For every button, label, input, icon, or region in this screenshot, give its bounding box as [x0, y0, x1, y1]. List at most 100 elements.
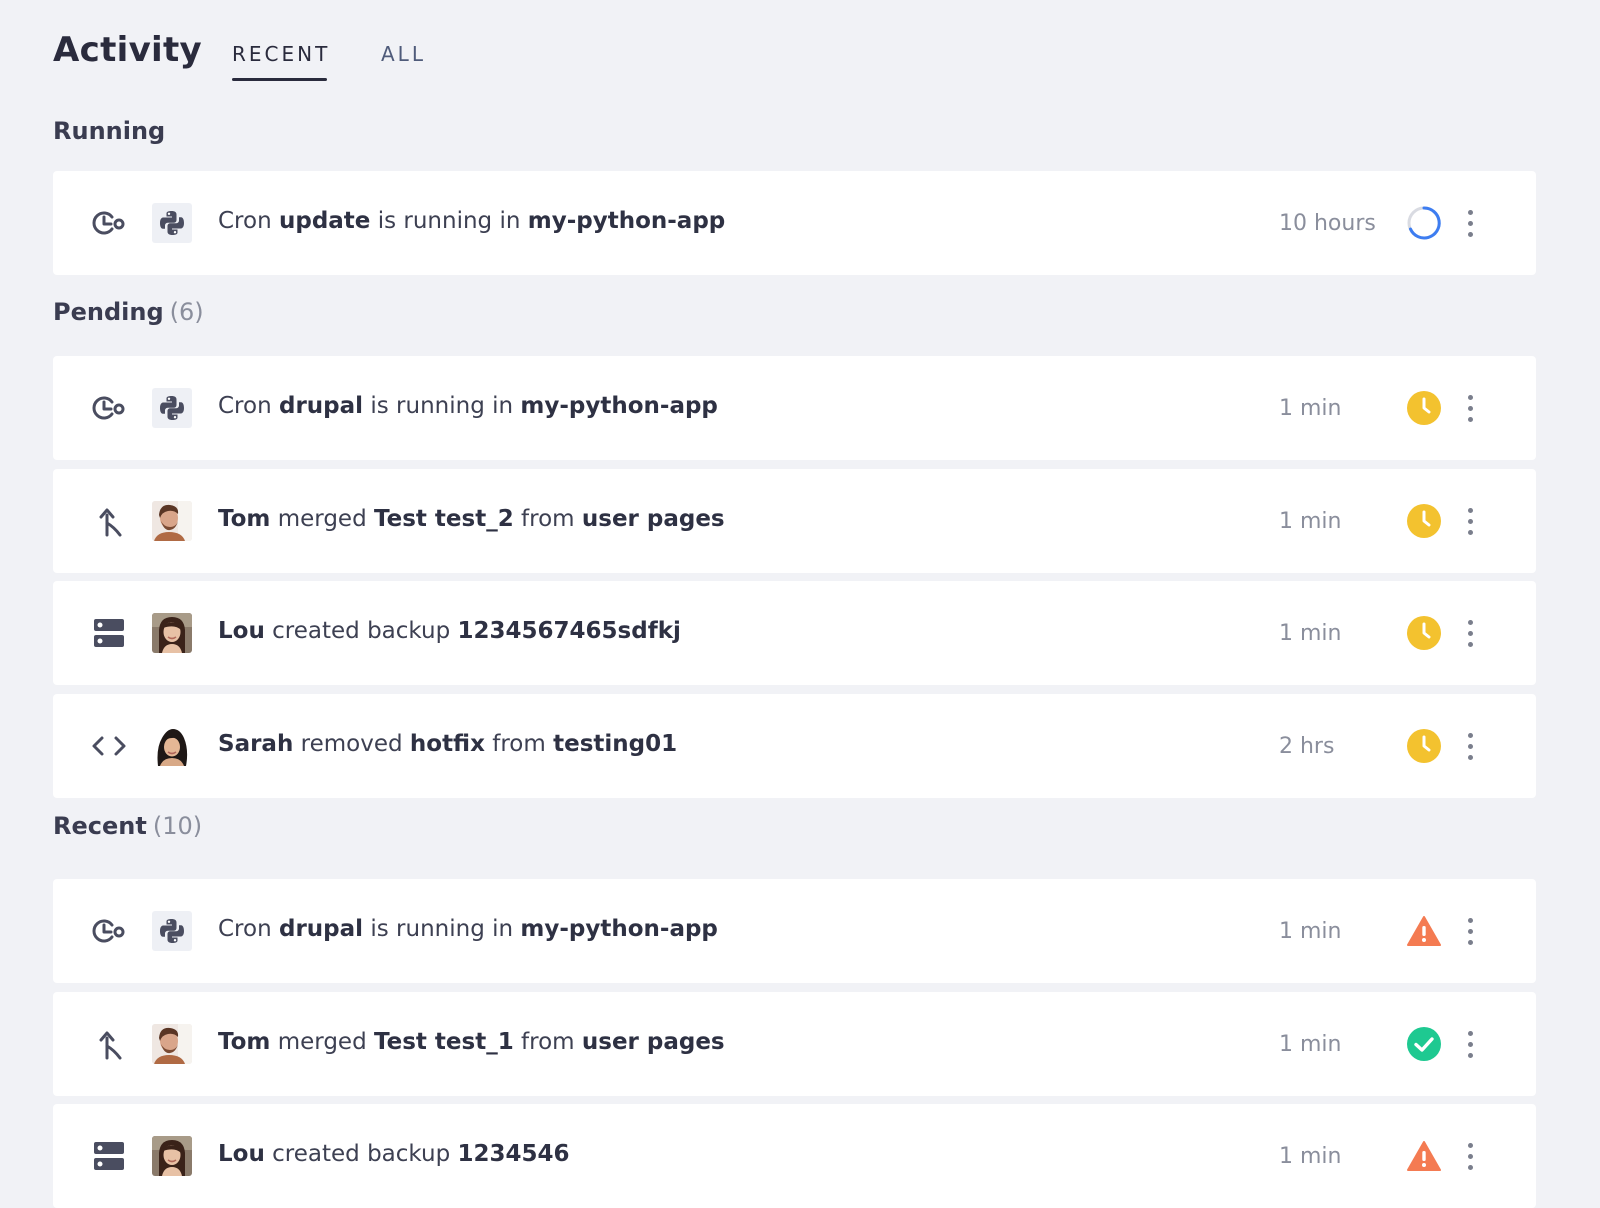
- merge-icon: [91, 501, 127, 541]
- activity-entity: my-python-app: [520, 916, 718, 942]
- more-options-icon[interactable]: [1455, 201, 1485, 245]
- backup-server-icon: [91, 1136, 127, 1176]
- pending-clock-icon: [1406, 728, 1442, 764]
- activity-time: 1 min: [1279, 1144, 1342, 1169]
- activity-row[interactable]: Lou created backup 1234567465sdfkj 1 min: [53, 581, 1536, 685]
- activity-text: from: [513, 1029, 582, 1055]
- tab-all[interactable]: ALL: [381, 42, 426, 66]
- activity-row[interactable]: Tom merged Test test_1 from user pages 1 …: [53, 992, 1536, 1096]
- more-options-icon[interactable]: [1455, 386, 1485, 430]
- section-count: (10): [152, 812, 203, 840]
- tab-all-label: ALL: [381, 42, 426, 66]
- pending-clock-icon: [1406, 390, 1442, 426]
- activity-text: is running in: [363, 916, 521, 942]
- activity-text: Cron: [218, 208, 279, 234]
- tab-recent-label: RECENT: [232, 42, 331, 66]
- activity-entity: drupal: [278, 393, 364, 419]
- active-tab-underline: [232, 78, 328, 81]
- activity-row[interactable]: Cron drupal is running in my-python-app 1…: [53, 356, 1536, 460]
- activity-entity: 1234546: [457, 1141, 570, 1167]
- activity-text: Cron: [218, 393, 279, 419]
- activity-text: merged: [270, 1029, 374, 1055]
- backup-server-icon: [91, 613, 127, 653]
- activity-entity: Test test_1: [374, 1029, 514, 1055]
- pending-clock-icon: [1406, 503, 1442, 539]
- avatar: [152, 613, 192, 653]
- activity-entity: Sarah: [218, 731, 294, 757]
- cron-icon: [91, 388, 127, 428]
- activity-text: merged: [270, 506, 374, 532]
- activity-description: Cron update is running in my-python-app: [218, 208, 725, 234]
- activity-row[interactable]: Tom merged Test test_2 from user pages 1 …: [53, 469, 1536, 573]
- activity-entity: hotfix: [409, 731, 485, 757]
- activity-row[interactable]: Cron drupal is running in my-python-app 1…: [53, 879, 1536, 983]
- activity-page: Activity RECENT ALL Running Cron update i…: [0, 0, 1600, 1208]
- section-title-label: Recent: [53, 812, 147, 840]
- activity-time: 1 min: [1279, 509, 1342, 534]
- activity-description: Lou created backup 1234546: [218, 1141, 570, 1167]
- warning-icon: [1406, 1138, 1442, 1174]
- activity-entity: my-python-app: [527, 208, 726, 234]
- avatar: [152, 501, 192, 541]
- activity-entity: user pages: [581, 506, 725, 532]
- activity-entity: Tom: [218, 506, 271, 532]
- more-options-icon[interactable]: [1455, 1022, 1485, 1066]
- activity-time: 1 min: [1279, 1032, 1342, 1057]
- activity-description: Lou created backup 1234567465sdfkj: [218, 618, 681, 644]
- more-options-icon[interactable]: [1455, 724, 1485, 768]
- section-title-running: Running: [53, 117, 165, 145]
- activity-entity: my-python-app: [520, 393, 718, 419]
- more-options-icon[interactable]: [1455, 611, 1485, 655]
- more-options-icon[interactable]: [1455, 499, 1485, 543]
- activity-text: created backup: [264, 618, 458, 644]
- success-check-icon: [1406, 1026, 1442, 1062]
- avatar: [152, 1136, 192, 1176]
- activity-entity: 1234567465sdfkj: [457, 618, 681, 644]
- activity-text: Cron: [218, 916, 279, 942]
- section-count: (6): [169, 298, 204, 326]
- activity-text: from: [513, 506, 582, 532]
- activity-description: Sarah removed hotfix from testing01: [218, 731, 677, 757]
- activity-entity: update: [278, 208, 371, 234]
- activity-entity: Lou: [218, 618, 265, 644]
- python-logo-icon: [152, 203, 192, 243]
- activity-time: 1 min: [1279, 396, 1342, 421]
- activity-row[interactable]: Sarah removed hotfix from testing01 2 hrs: [53, 694, 1536, 798]
- activity-description: Cron drupal is running in my-python-app: [218, 393, 718, 419]
- cron-icon: [91, 911, 127, 951]
- activity-entity: Test test_2: [374, 506, 514, 532]
- code-icon: [91, 726, 127, 766]
- activity-time: 2 hrs: [1279, 734, 1335, 759]
- activity-row[interactable]: Cron update is running in my-python-app 1…: [53, 171, 1536, 275]
- activity-entity: Lou: [218, 1141, 265, 1167]
- section-title-recent: Recent (10): [53, 812, 202, 840]
- tab-recent[interactable]: RECENT: [232, 42, 331, 81]
- section-title-pending: Pending (6): [53, 298, 204, 326]
- activity-text: created backup: [264, 1141, 458, 1167]
- activity-entity: drupal: [278, 916, 364, 942]
- section-title-label: Running: [53, 117, 166, 145]
- section-title-label: Pending: [53, 298, 164, 326]
- activity-description: Cron drupal is running in my-python-app: [218, 916, 718, 942]
- more-options-icon[interactable]: [1455, 909, 1485, 953]
- running-spinner-icon: [1406, 205, 1442, 241]
- activity-time: 1 min: [1279, 621, 1342, 646]
- header: Activity RECENT ALL: [53, 26, 1533, 82]
- activity-description: Tom merged Test test_2 from user pages: [218, 506, 725, 532]
- python-logo-icon: [152, 911, 192, 951]
- merge-icon: [91, 1024, 127, 1064]
- activity-entity: testing01: [553, 731, 678, 757]
- activity-row[interactable]: Lou created backup 1234546 1 min: [53, 1104, 1536, 1208]
- avatar: [152, 1024, 192, 1064]
- activity-entity: user pages: [581, 1029, 725, 1055]
- activity-text: from: [484, 731, 554, 757]
- activity-entity: Tom: [218, 1029, 271, 1055]
- warning-icon: [1406, 913, 1442, 949]
- cron-icon: [91, 203, 127, 243]
- avatar: [152, 726, 192, 766]
- activity-text: removed: [293, 731, 410, 757]
- more-options-icon[interactable]: [1455, 1134, 1485, 1178]
- pending-clock-icon: [1406, 615, 1442, 651]
- python-logo-icon: [152, 388, 192, 428]
- activity-time: 10 hours: [1279, 211, 1376, 236]
